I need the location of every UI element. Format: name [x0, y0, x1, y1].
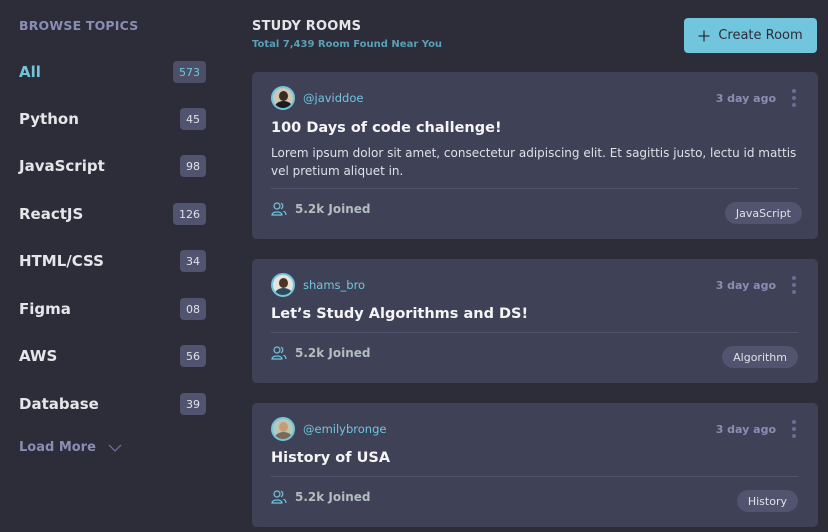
rooms-count-subtitle: Total 7,439 Room Found Near You: [252, 39, 443, 50]
topic-item-html-css[interactable]: HTML/CSS 34: [0, 246, 220, 276]
room-card: shams_bro 3 day ago Let’s Study Algorith…: [252, 259, 818, 383]
avatar: [271, 86, 295, 110]
room-card: @javiddoe 3 day ago 100 Days of code cha…: [252, 72, 818, 239]
joined-count: 5.2k Joined: [295, 490, 371, 504]
topic-item-python[interactable]: Python 45: [0, 104, 220, 134]
plus-icon: [698, 30, 710, 41]
joined-count: 5.2k Joined: [295, 346, 371, 360]
room-topic-tag[interactable]: JavaScript: [724, 202, 802, 224]
card-divider: [271, 188, 798, 189]
topic-label: JavaScript: [19, 157, 105, 175]
host-username: @javiddoe: [303, 91, 364, 105]
topic-count-badge: 126: [173, 203, 206, 225]
load-more-label: Load More: [19, 440, 96, 455]
topic-label: All: [19, 63, 41, 81]
host-username: shams_bro: [303, 278, 366, 292]
card-divider: [271, 332, 798, 333]
users-icon: [271, 490, 287, 504]
room-participants: 5.2k Joined: [271, 490, 371, 504]
topic-label: HTML/CSS: [19, 252, 104, 270]
topic-count-badge: 45: [180, 108, 206, 130]
browse-topics-heading: BROWSE TOPICS: [19, 18, 139, 33]
joined-count: 5.2k Joined: [295, 202, 371, 216]
topic-count-badge: 56: [180, 345, 206, 367]
more-options-icon[interactable]: [790, 420, 798, 438]
room-description: Lorem ipsum dolor sit amet, consectetur …: [271, 146, 797, 178]
topic-label: AWS: [19, 347, 58, 365]
room-host[interactable]: shams_bro: [271, 273, 365, 297]
create-room-label: Create Room: [718, 28, 803, 43]
more-options-icon[interactable]: [790, 276, 798, 294]
topic-item-figma[interactable]: Figma 08: [0, 294, 220, 324]
topics-sidebar: BROWSE TOPICS All 573 Python 45 JavaScri…: [0, 0, 220, 532]
room-topic-tag[interactable]: History: [736, 490, 798, 512]
room-participants: 5.2k Joined: [271, 346, 371, 360]
avatar: [271, 417, 295, 441]
topic-label: Python: [19, 110, 79, 128]
topic-label: ReactJS: [19, 205, 84, 223]
topic-count-badge: 573: [173, 61, 206, 83]
room-timestamp: 3 day ago: [715, 92, 776, 105]
topic-count-badge: 34: [180, 250, 206, 272]
topic-count-badge: 39: [180, 393, 206, 415]
topic-item-all[interactable]: All 573: [0, 57, 220, 87]
users-icon: [271, 202, 287, 216]
room-title[interactable]: Let’s Study Algorithms and DS!: [271, 306, 528, 322]
avatar: [271, 273, 295, 297]
topic-item-reactjs[interactable]: ReactJS 126: [0, 199, 220, 229]
room-card: @emilybronge 3 day ago History of USA 5.…: [252, 403, 818, 527]
room-title[interactable]: History of USA: [271, 450, 390, 466]
topic-label: Database: [19, 395, 99, 413]
chevron-down-icon: [108, 444, 122, 452]
room-host[interactable]: @emilybronge: [271, 417, 386, 441]
room-title[interactable]: 100 Days of code challenge!: [271, 120, 502, 136]
load-more-button[interactable]: Load More: [19, 440, 122, 455]
users-icon: [271, 346, 287, 360]
room-participants: 5.2k Joined: [271, 202, 371, 216]
host-username: @emilybronge: [303, 422, 387, 436]
create-room-button[interactable]: Create Room: [684, 18, 817, 53]
study-rooms-title: STUDY ROOMS: [252, 19, 362, 34]
card-divider: [271, 476, 798, 477]
topic-item-javascript[interactable]: JavaScript 98: [0, 151, 220, 181]
room-timestamp: 3 day ago: [715, 423, 776, 436]
room-topic-tag[interactable]: Algorithm: [722, 346, 798, 368]
topic-item-database[interactable]: Database 39: [0, 389, 220, 419]
topic-item-aws[interactable]: AWS 56: [0, 341, 220, 371]
topic-label: Figma: [19, 300, 71, 318]
room-timestamp: 3 day ago: [715, 279, 776, 292]
room-host[interactable]: @javiddoe: [271, 86, 363, 110]
topic-count-badge: 98: [180, 155, 206, 177]
more-options-icon[interactable]: [790, 89, 798, 107]
topic-count-badge: 08: [180, 298, 206, 320]
